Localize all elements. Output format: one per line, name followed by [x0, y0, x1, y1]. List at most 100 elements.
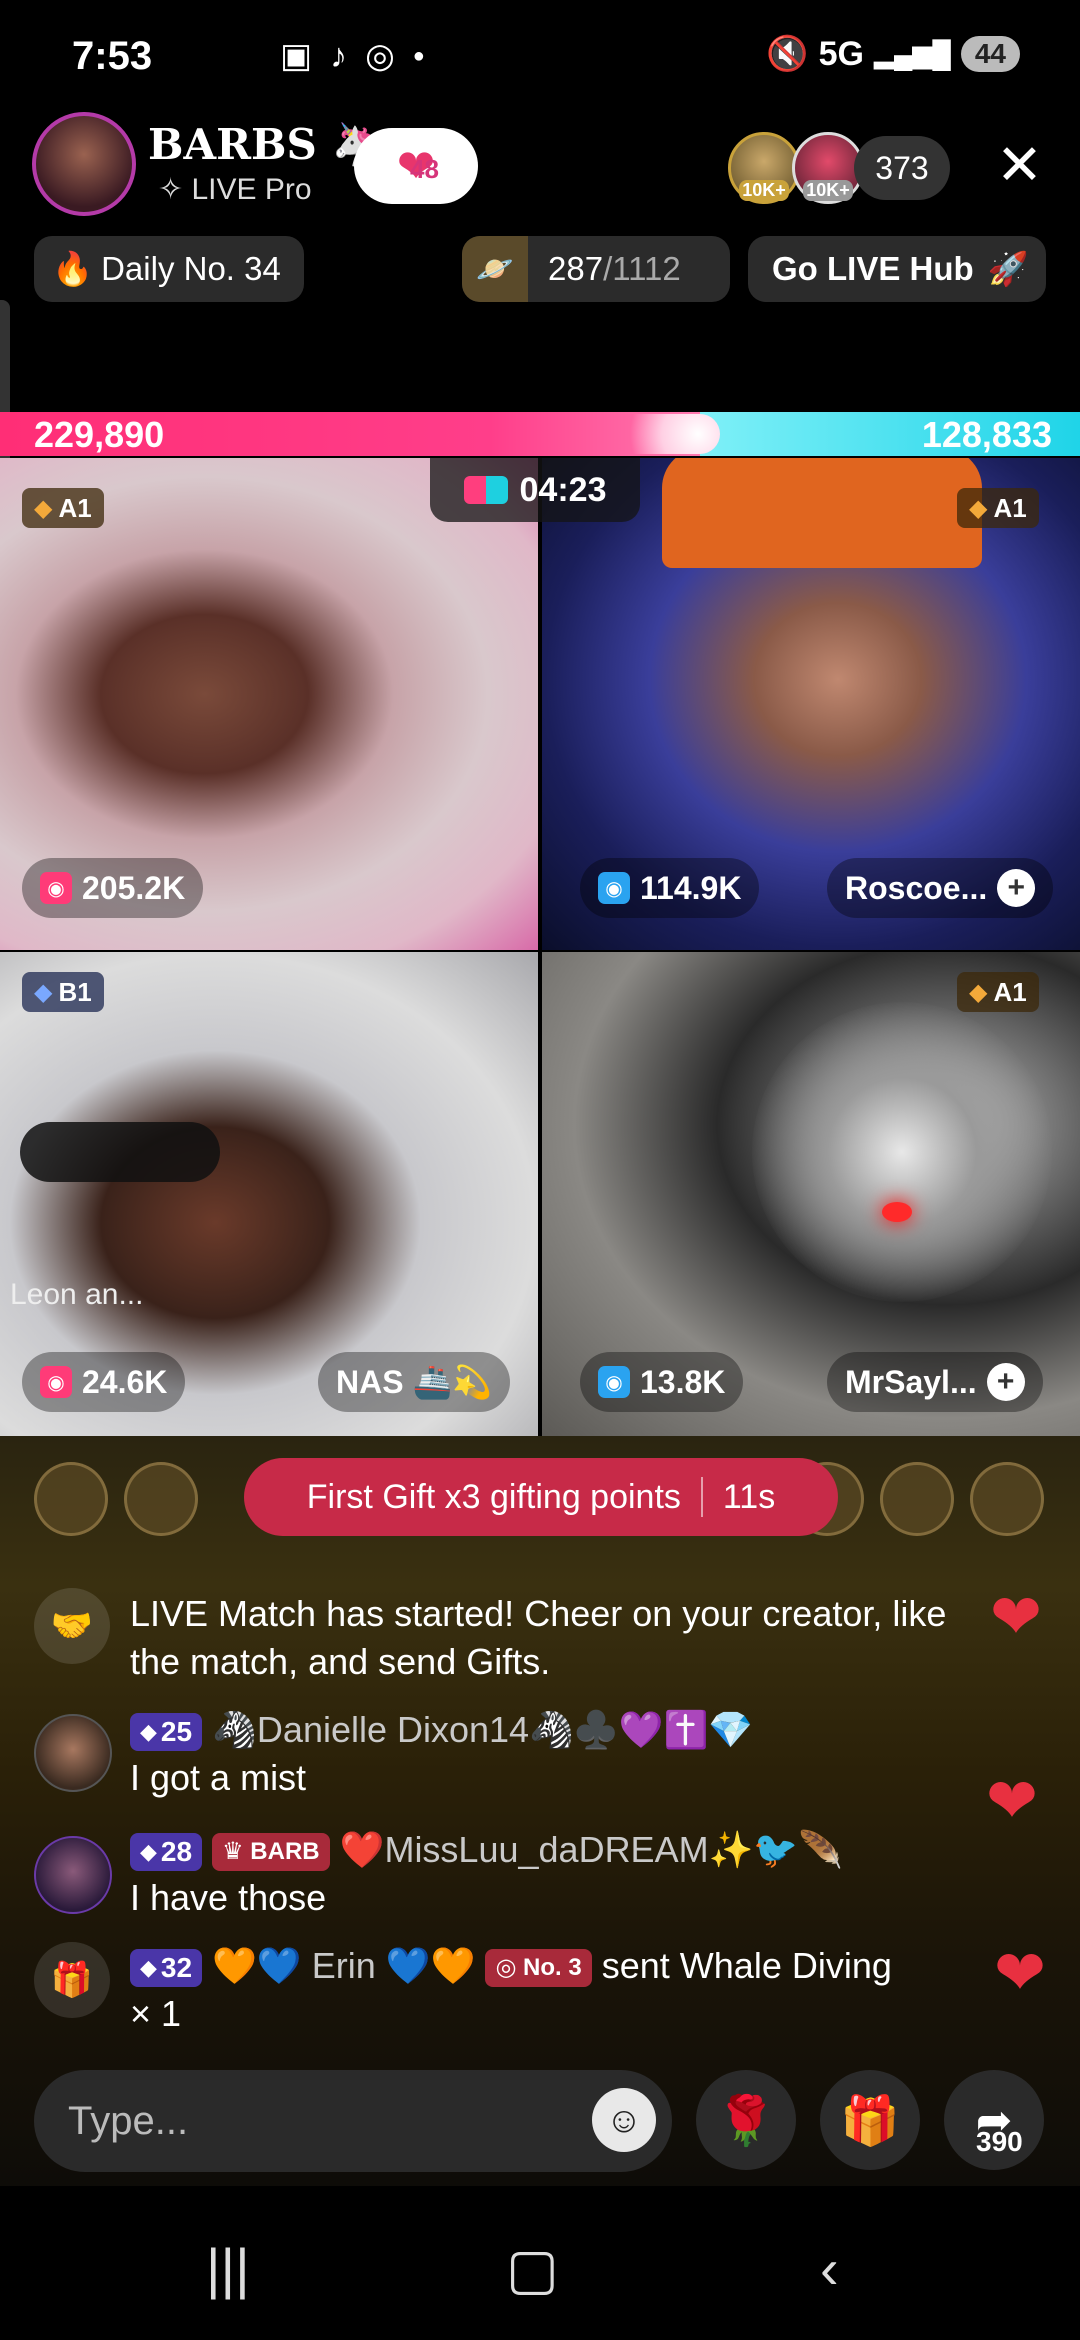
rose-gift-button[interactable]: 🌹 — [696, 2070, 796, 2170]
system-message: LIVE Match has started! Cheer on your cr… — [130, 1593, 947, 1682]
planet-icon: 🪐 — [462, 236, 528, 302]
daily-rank-pill[interactable]: 🔥 Daily No. 34 — [34, 236, 304, 302]
rank-icon: ◎ — [495, 1954, 524, 1982]
overlay-label: Leon an... — [10, 1278, 144, 1311]
chat-message: ◆ 28 ♛ BARB ❤️MissLuu_daDREAM✨🐦🪶 I have t… — [130, 1826, 990, 1922]
recents-icon[interactable]: ||| — [206, 2236, 250, 2301]
match-timer-value: 04:23 — [519, 470, 607, 509]
level-progress-label: 287/1112 — [528, 250, 681, 288]
status-time: 7:53 — [72, 34, 153, 78]
top-viewer-avatar[interactable]: 10K+ — [728, 132, 800, 204]
points-value: 24.6K — [82, 1363, 168, 1400]
tile-image-detail — [752, 1002, 1052, 1302]
share-count: 390 — [976, 2126, 1023, 2157]
tier-badge: ◆ A1 — [957, 972, 1039, 1012]
gift-message: ◆ 32 🧡💙 Erin 💙🧡 ◎ No. 3 sent Whale Diving… — [130, 1942, 1020, 2038]
points-icon: ◉ — [598, 872, 630, 904]
match-handshake-icon: 🤝 — [34, 1588, 110, 1664]
points-icon: ◉ — [598, 1366, 630, 1398]
follow-plus-icon[interactable]: + — [997, 869, 1036, 907]
diamond-icon: ◆ — [34, 978, 53, 1006]
screenshot-icon: ▣ — [280, 37, 313, 75]
guest-name: Roscoe... — [845, 869, 988, 906]
rank-label: No. 3 — [523, 1954, 582, 1982]
points-badge: ◉ 13.8K — [580, 1352, 744, 1412]
gifter-avatar[interactable] — [34, 1462, 108, 1536]
floating-heart-icon: ❤ — [986, 1767, 1038, 1836]
host-subtitle: ✧ LIVE Pro — [158, 172, 312, 207]
match-right-score: 128,833 — [921, 414, 1052, 455]
gift-button[interactable]: 🎁 — [820, 2070, 920, 2170]
tile-image-detail — [20, 1122, 220, 1182]
level-progress-pill[interactable]: 🪐 287/1112 — [462, 236, 730, 302]
gift-banner-countdown: 11s — [722, 1477, 776, 1516]
chat-avatar[interactable] — [34, 1714, 112, 1792]
guest-name-button[interactable]: Roscoe... + — [827, 858, 1054, 918]
diamond-icon: ◆ — [969, 978, 988, 1006]
floating-heart-icon: ❤ — [990, 1583, 1042, 1652]
tier-label: A1 — [993, 492, 1027, 523]
level-badge: ◆ 25 — [130, 1713, 203, 1752]
score-total: /1112 — [603, 250, 681, 287]
fan-club-label: BARB — [250, 1838, 320, 1866]
chat-username[interactable]: 🧡💙 Erin 💙🧡 — [212, 1945, 475, 1986]
gifter-avatar[interactable] — [124, 1462, 198, 1536]
guest-name: MrSayl... — [845, 1363, 977, 1400]
home-icon[interactable]: ▢ — [506, 2236, 559, 2302]
guest-tile[interactable]: ◆ A1 ◉ 13.8K MrSayl... + — [542, 952, 1080, 1444]
tier-badge: ◆ A1 — [957, 488, 1039, 528]
points-badge: ◉ 24.6K — [22, 1352, 186, 1412]
rank-badge: ◎ No. 3 — [485, 1949, 592, 1988]
chat-username[interactable]: 🦓Danielle Dixon14🦓♣️💜✝️💎 — [212, 1709, 753, 1750]
comment-input[interactable]: Type... — [34, 2070, 672, 2172]
points-icon: ◉ — [40, 1366, 72, 1398]
rose-icon: 🌹 — [716, 2094, 776, 2148]
gifter-avatar[interactable] — [880, 1462, 954, 1536]
diamond-icon: ◆ — [140, 1839, 157, 1865]
diamond-icon: ◆ — [140, 1955, 157, 1981]
guest-name-button[interactable]: MrSayl... + — [827, 1352, 1043, 1412]
chat-text: I got a mist — [130, 1757, 307, 1798]
battery-indicator: 44 — [960, 36, 1020, 72]
host-name[interactable]: BARBS 🦄 — [148, 120, 384, 170]
guest-name: NAS 🚢💫 — [336, 1364, 493, 1400]
guest-name-button[interactable]: NAS 🚢💫 — [318, 1352, 511, 1412]
tile-image-detail — [662, 458, 982, 568]
mute-icon: 🔇 — [766, 35, 809, 73]
live-pro-label: LIVE Pro — [191, 173, 312, 206]
sparkle-icon: ✧ — [158, 173, 184, 206]
rocket-icon: 🚀 — [987, 249, 1029, 287]
back-icon[interactable]: ‹ — [820, 2236, 839, 2301]
match-icon — [463, 476, 508, 504]
chat-message: ◆ 25 🦓Danielle Dixon14🦓♣️💜✝️💎 I got a mis… — [130, 1706, 990, 1802]
gift-count: × 1 — [130, 1993, 182, 2034]
viewer-badge: 10K+ — [739, 180, 789, 201]
instagram-icon: ◎ — [365, 37, 395, 75]
chat-header: ◆ 25 🦓Danielle Dixon14🦓♣️💜✝️💎 — [130, 1706, 990, 1754]
signal-icon: ▂▄▆█ — [874, 38, 951, 69]
floating-heart-icon: ❤ — [994, 1939, 1046, 2008]
likes-badge-button[interactable]: ❤ 48 — [354, 128, 478, 204]
diamond-icon: ◆ — [34, 494, 53, 522]
follow-plus-icon[interactable]: + — [986, 1363, 1025, 1401]
gift-box-icon: 🎁 — [840, 2094, 900, 2148]
go-live-hub-button[interactable]: Go LIVE Hub 🚀 — [748, 236, 1046, 302]
guest-tile[interactable]: ◆ B1 Leon an... ◉ 24.6K NAS 🚢💫 — [0, 952, 538, 1444]
close-button[interactable]: ✕ — [996, 132, 1043, 198]
status-right: 🔇 5G ▂▄▆█ 44 — [766, 34, 1020, 74]
host-avatar[interactable] — [32, 112, 136, 216]
divider — [700, 1477, 703, 1517]
chat-username[interactable]: ❤️MissLuu_daDREAM✨🐦🪶 — [340, 1829, 843, 1870]
viewer-count-button[interactable]: 373 — [854, 136, 950, 200]
guest-tile[interactable]: ◆ A1 ◉ 205.2K — [0, 458, 538, 950]
emoji-icon[interactable]: ☺ — [592, 2088, 656, 2152]
diamond-icon: ◆ — [140, 1719, 157, 1745]
fan-club-badge: ♛ BARB — [212, 1833, 330, 1872]
tier-badge: ◆ A1 — [22, 488, 104, 528]
chat-avatar[interactable] — [34, 1836, 112, 1914]
diamond-icon: ◆ — [969, 494, 988, 522]
guest-tile[interactable]: ◆ A1 ◉ 114.9K Roscoe... + — [542, 458, 1080, 950]
gifter-avatar[interactable] — [970, 1462, 1044, 1536]
chat-text: I have those — [130, 1877, 327, 1918]
first-gift-banner[interactable]: First Gift x3 gifting points 11s — [244, 1458, 838, 1536]
